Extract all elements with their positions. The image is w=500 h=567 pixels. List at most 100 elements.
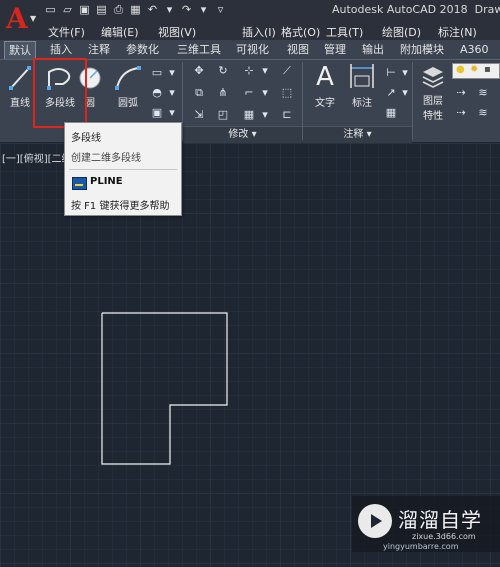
menu-edit[interactable]: 编辑(E) bbox=[101, 24, 139, 40]
tab-insert[interactable]: 插入 bbox=[48, 41, 74, 58]
region-icon[interactable]: ▣ bbox=[150, 106, 164, 120]
tooltip-title: 多段线 bbox=[71, 133, 101, 144]
modify-panel-title[interactable]: 修改 ▾ bbox=[183, 126, 302, 143]
trim-icon[interactable]: ⊹ bbox=[242, 64, 256, 78]
undo-dropdown-icon[interactable]: ▾ bbox=[163, 3, 176, 16]
hatch-dropdown-icon[interactable]: ▾ bbox=[165, 86, 179, 100]
watermark-bottom-text: yingyumbarre.com bbox=[383, 542, 459, 551]
quick-access-toolbar: ▭ ▱ ▣ ▤ ⎙ ▦ ↶ ▾ ↷ ▾ ▿ bbox=[44, 3, 227, 16]
menu-file[interactable]: 文件(F) bbox=[48, 24, 85, 40]
dimension-icon bbox=[350, 64, 374, 88]
print-icon[interactable]: ▦ bbox=[129, 3, 142, 16]
hatch-icon[interactable]: ◓ bbox=[150, 86, 164, 100]
trim-dropdown-icon[interactable]: ▾ bbox=[258, 64, 272, 78]
menu-insert[interactable]: 插入(I) bbox=[242, 24, 276, 40]
tooltip-divider bbox=[69, 169, 177, 170]
array-icon[interactable]: ▦ bbox=[242, 108, 256, 122]
text-tool-label: 文字 bbox=[315, 98, 335, 109]
linear-dimension-icon[interactable]: ⊢ bbox=[384, 66, 398, 80]
panel-separator bbox=[412, 62, 413, 140]
tab-parametric[interactable]: 参数化 bbox=[124, 41, 161, 58]
layer-dropdown[interactable]: ● ✹ ▪ bbox=[452, 63, 500, 79]
mirror-icon[interactable]: ⋔ bbox=[216, 86, 230, 100]
menu-draw[interactable]: 绘图(D) bbox=[382, 24, 421, 40]
leader-dropdown-icon[interactable]: ▾ bbox=[398, 86, 412, 100]
window-title: Autodesk AutoCAD 2018 Draw bbox=[332, 3, 500, 16]
lightbulb-icon: ● bbox=[456, 64, 465, 75]
polyline-highlight-box bbox=[33, 58, 87, 128]
tab-addins[interactable]: 附加模块 bbox=[398, 41, 446, 58]
menu-tools[interactable]: 工具(T) bbox=[326, 24, 363, 40]
text-icon: A bbox=[316, 62, 334, 92]
line-tool-button[interactable]: 直线 bbox=[6, 64, 34, 109]
save-as-icon[interactable]: ▤ bbox=[95, 3, 108, 16]
title-bar: ▭ ▱ ▣ ▤ ⎙ ▦ ↶ ▾ ↷ ▾ ▿ Autodesk AutoCAD 2… bbox=[0, 0, 500, 22]
redo-icon[interactable]: ↷ bbox=[180, 3, 193, 16]
ribbon-tab-bar: 默认 插入 注释 参数化 三维工具 可视化 视图 管理 输出 附加模块 A360 bbox=[0, 40, 500, 60]
tooltip-description: 创建二维多段线 bbox=[71, 153, 141, 164]
layer-isolate-icon[interactable]: ≋ bbox=[476, 86, 490, 100]
text-tool-button[interactable]: A 文字 bbox=[310, 62, 340, 109]
tooltip-help: 按 F1 键获得更多帮助 bbox=[71, 201, 170, 212]
rotate-icon[interactable]: ↻ bbox=[216, 64, 230, 78]
menu-dimension[interactable]: 标注(N) bbox=[438, 24, 477, 40]
command-icon bbox=[72, 177, 87, 190]
annotation-panel-title[interactable]: 注释 ▾ bbox=[303, 126, 412, 143]
explode-icon[interactable]: ⬚ bbox=[280, 86, 294, 100]
plot-icon[interactable]: ⎙ bbox=[112, 3, 125, 16]
layer-match-icon[interactable]: ⇢ bbox=[454, 106, 468, 120]
tab-annotate[interactable]: 注释 bbox=[86, 41, 112, 58]
dimension-tool-button[interactable]: 标注 bbox=[346, 62, 378, 109]
table-icon[interactable]: ▦ bbox=[384, 106, 398, 120]
application-menu-button[interactable]: A ▼ bbox=[0, 0, 40, 40]
open-file-icon[interactable]: ▱ bbox=[61, 3, 74, 16]
menu-view[interactable]: 视图(V) bbox=[158, 24, 196, 40]
linear-dropdown-icon[interactable]: ▾ bbox=[398, 66, 412, 80]
fillet-dropdown-icon[interactable]: ▾ bbox=[258, 86, 272, 100]
line-icon bbox=[9, 66, 31, 90]
customize-toolbar-icon[interactable]: ▿ bbox=[214, 3, 227, 16]
viewport-controls[interactable]: [一][俯视][二维 bbox=[2, 150, 72, 165]
play-logo-icon bbox=[358, 504, 392, 538]
menu-bar: 文件(F) 编辑(E) 视图(V) 插入(I) 格式(O) 工具(T) 绘图(D… bbox=[0, 22, 500, 40]
new-file-icon[interactable]: ▭ bbox=[44, 3, 57, 16]
redo-dropdown-icon[interactable]: ▾ bbox=[197, 3, 210, 16]
stretch-icon[interactable]: ⇲ bbox=[192, 108, 206, 122]
menu-format[interactable]: 格式(O) bbox=[281, 24, 320, 40]
app-menu-caret-icon: ▼ bbox=[30, 14, 37, 23]
layer-freeze-icon[interactable]: ≋ bbox=[476, 106, 490, 120]
arc-tool-label: 圆弧 bbox=[118, 98, 138, 109]
fillet-icon[interactable]: ⌐ bbox=[242, 86, 256, 100]
scale-icon[interactable]: ◰ bbox=[216, 108, 230, 122]
rectangle-icon[interactable]: ▭ bbox=[150, 66, 164, 80]
autocad-logo-icon: A bbox=[6, 2, 28, 35]
region-dropdown-icon[interactable]: ▾ bbox=[165, 106, 179, 120]
arc-icon bbox=[115, 66, 141, 90]
layer-label-line1: 图层 bbox=[423, 96, 443, 107]
offset-icon[interactable]: ⊏ bbox=[280, 108, 294, 122]
tab-output[interactable]: 输出 bbox=[360, 41, 386, 58]
erase-icon[interactable]: ⟋ bbox=[280, 64, 294, 78]
tab-3d-tools[interactable]: 三维工具 bbox=[175, 41, 223, 58]
tab-a360[interactable]: A360 bbox=[458, 41, 491, 58]
layer-properties-button[interactable]: 图层 特性 bbox=[418, 64, 448, 122]
lock-icon: ▪ bbox=[484, 64, 491, 75]
tab-manage[interactable]: 管理 bbox=[322, 41, 348, 58]
tab-view[interactable]: 视图 bbox=[285, 41, 311, 58]
save-icon[interactable]: ▣ bbox=[78, 3, 91, 16]
rectangle-dropdown-icon[interactable]: ▾ bbox=[165, 66, 179, 80]
leader-icon[interactable]: ↗ bbox=[384, 86, 398, 100]
array-dropdown-icon[interactable]: ▾ bbox=[258, 108, 272, 122]
layer-properties-icon bbox=[422, 67, 444, 88]
arc-tool-button[interactable]: 圆弧 bbox=[112, 64, 144, 109]
undo-icon[interactable]: ↶ bbox=[146, 3, 159, 16]
sun-icon: ✹ bbox=[470, 64, 479, 75]
line-tool-label: 直线 bbox=[10, 98, 30, 109]
dimension-tool-label: 标注 bbox=[352, 98, 372, 109]
layer-label-line2: 特性 bbox=[423, 111, 443, 122]
copy-icon[interactable]: ⧉ bbox=[192, 86, 206, 100]
layer-off-icon[interactable]: ⇢ bbox=[454, 86, 468, 100]
tab-visualize[interactable]: 可视化 bbox=[234, 41, 271, 58]
tab-home[interactable]: 默认 bbox=[4, 41, 36, 59]
move-icon[interactable]: ✥ bbox=[192, 64, 206, 78]
